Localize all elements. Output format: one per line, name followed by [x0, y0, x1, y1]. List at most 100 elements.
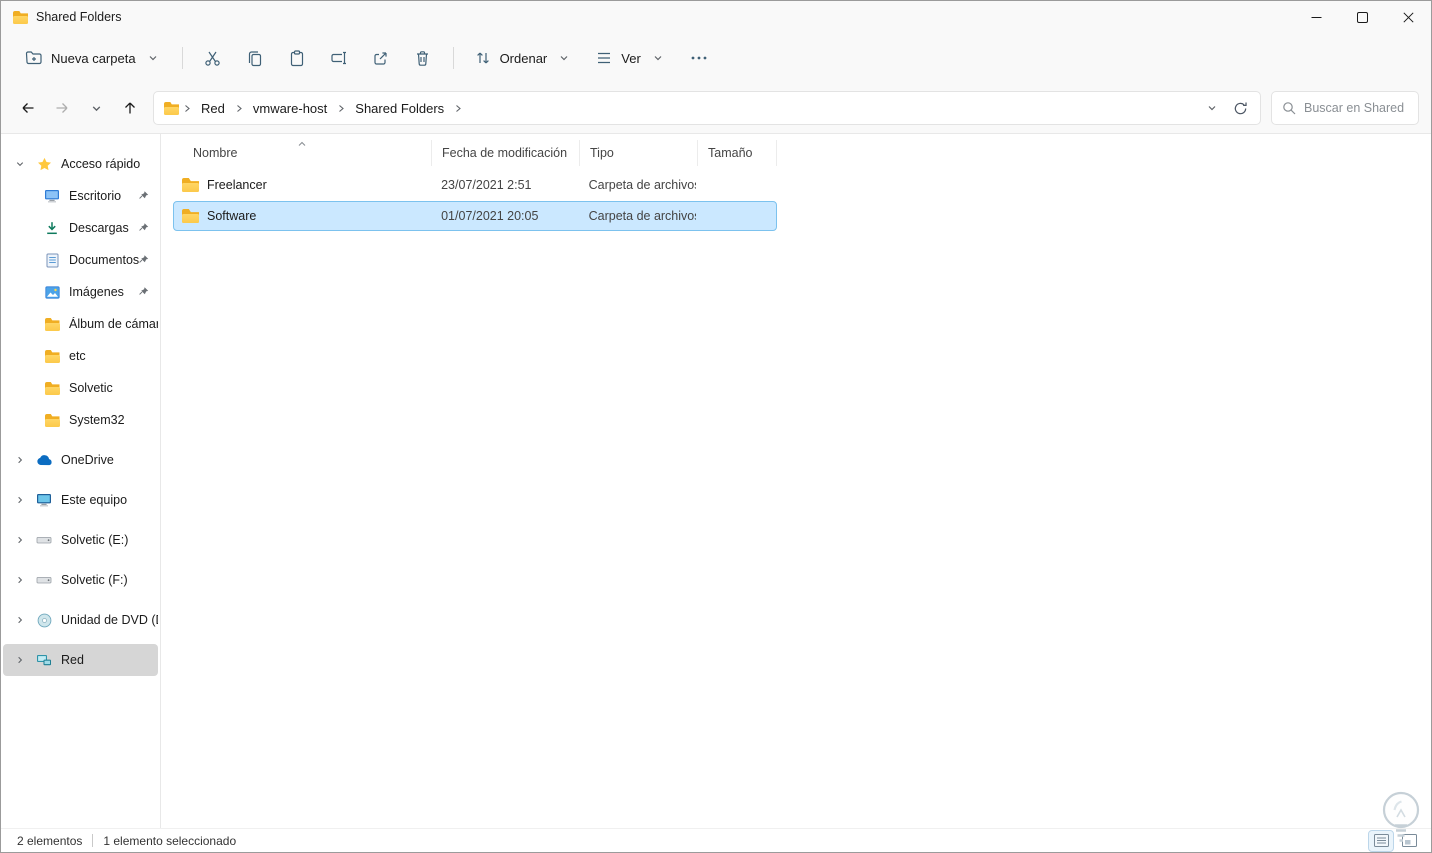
paste-button[interactable] [277, 41, 317, 75]
arrow-up-icon [125, 102, 135, 114]
items-count: 2 elementos [17, 833, 83, 848]
view-button[interactable]: Ver [585, 43, 677, 73]
status-divider [92, 834, 94, 847]
list-header: Nombre Fecha de modificación Tipo Tamaño [173, 140, 1431, 166]
column-header-modified[interactable]: Fecha de modificación [431, 140, 579, 166]
sidebar-item-label: Descargas [69, 221, 129, 235]
view-toggles [1368, 829, 1421, 852]
sidebar-item-label: Álbum de cámara [69, 317, 158, 331]
arrow-right-icon [56, 103, 68, 113]
column-header-size[interactable]: Tamaño [697, 140, 777, 166]
file-rows: Freelancer 23/07/2021 2:51 Carpeta de ar… [173, 170, 1431, 232]
onedrive-cloud-icon [35, 452, 53, 468]
sort-button[interactable]: Ordenar [464, 43, 584, 73]
chevron-collapsed-icon[interactable] [13, 615, 27, 625]
sidebar-item-label: Acceso rápido [61, 157, 141, 171]
sidebar-item-imagenes[interactable]: Imágenes [3, 276, 158, 308]
sidebar-item-label: Solvetic (E:) [61, 533, 129, 547]
breadcrumb-item-red[interactable]: Red [195, 96, 231, 121]
maximize-button[interactable] [1339, 1, 1385, 33]
chevron-down-icon [144, 50, 162, 66]
column-header-type[interactable]: Tipo [579, 140, 697, 166]
more-options-button[interactable] [679, 41, 719, 75]
up-button[interactable] [113, 92, 147, 124]
close-button[interactable] [1385, 1, 1431, 33]
address-bar-row: Red vmware-host Shared Folders [1, 83, 1431, 133]
column-label: Nombre [193, 146, 238, 160]
recent-locations-button[interactable] [79, 92, 113, 124]
chevron-collapsed-icon[interactable] [13, 575, 27, 585]
sidebar-item-solvetic[interactable]: Solvetic [3, 372, 158, 404]
sidebar-item-system32[interactable]: System32 [3, 404, 158, 436]
details-view-icon [1373, 834, 1389, 847]
minimize-button[interactable] [1293, 1, 1339, 33]
column-label: Tipo [590, 146, 614, 160]
network-icon [35, 652, 53, 668]
sidebar-item-solvetic-e[interactable]: Solvetic (E:) [3, 524, 158, 556]
sidebar-item-unidad-dvd[interactable]: Unidad de DVD (D:) [3, 604, 158, 636]
pin-icon [138, 223, 149, 234]
sidebar-item-onedrive[interactable]: OneDrive [3, 444, 158, 476]
file-name-cell: Freelancer [174, 171, 431, 199]
sidebar-item-label: OneDrive [61, 453, 114, 467]
chevron-expanded-icon[interactable] [13, 159, 27, 169]
copy-button[interactable] [235, 41, 275, 75]
sidebar-item-album-de-camara[interactable]: Álbum de cámara [3, 308, 158, 340]
navigation-pane: Acceso rápido Escritorio Descargas Docum… [1, 134, 161, 828]
drive-icon [35, 532, 53, 548]
back-button[interactable] [11, 92, 45, 124]
search-box [1271, 91, 1419, 125]
address-dropdown-button[interactable] [1198, 94, 1226, 122]
chevron-down-icon [555, 50, 573, 66]
file-name: Software [207, 209, 257, 223]
chevron-collapsed-icon[interactable] [13, 535, 27, 545]
this-pc-icon [35, 492, 53, 508]
refresh-button[interactable] [1226, 94, 1254, 122]
sidebar-item-solvetic-f[interactable]: Solvetic (F:) [3, 564, 158, 596]
file-row[interactable]: Freelancer 23/07/2021 2:51 Carpeta de ar… [173, 170, 777, 200]
dvd-disc-icon [35, 612, 53, 628]
cut-button[interactable] [193, 41, 233, 75]
new-folder-button[interactable]: Nueva carpeta [15, 43, 172, 73]
details-view-button[interactable] [1368, 829, 1394, 852]
clipboard-icon [290, 49, 303, 66]
column-header-name[interactable]: Nombre [173, 140, 431, 166]
view-label: Ver [621, 50, 641, 66]
chevron-down-icon [649, 50, 667, 66]
forward-button[interactable] [45, 92, 79, 124]
scissors-icon [205, 51, 220, 66]
sidebar-item-descargas[interactable]: Descargas [3, 212, 158, 244]
chevron-collapsed-icon[interactable] [13, 655, 27, 665]
sidebar-item-documentos[interactable]: Documentos [3, 244, 158, 276]
folder-icon [43, 316, 61, 332]
title-bar: Shared Folders [1, 1, 1431, 33]
sidebar-item-red[interactable]: Red [3, 644, 158, 676]
pin-icon [138, 287, 149, 298]
sidebar-item-label: Red [61, 653, 84, 667]
chevron-collapsed-icon[interactable] [13, 455, 27, 465]
chevron-collapsed-icon[interactable] [13, 495, 27, 505]
sidebar-item-escritorio[interactable]: Escritorio [3, 180, 158, 212]
breadcrumb-item-vmware-host[interactable]: vmware-host [247, 96, 333, 121]
share-button[interactable] [361, 41, 401, 75]
document-icon [43, 252, 61, 268]
breadcrumb-item-shared-folders[interactable]: Shared Folders [349, 96, 450, 121]
delete-button[interactable] [403, 41, 443, 75]
file-row[interactable]: Software 01/07/2021 20:05 Carpeta de arc… [173, 201, 777, 231]
folder-icon [43, 412, 61, 428]
refresh-icon [1234, 102, 1247, 114]
search-input[interactable] [1304, 101, 1408, 115]
rename-button[interactable] [319, 41, 359, 75]
folder-icon [43, 348, 61, 364]
sidebar-item-este-equipo[interactable]: Este equipo [3, 484, 158, 516]
file-modified-cell: 01/07/2021 20:05 [441, 209, 539, 223]
sidebar-item-acceso-rapido[interactable]: Acceso rápido [3, 148, 158, 180]
file-name: Freelancer [207, 178, 267, 192]
folder-icon [182, 178, 199, 192]
search-icon [1282, 101, 1296, 115]
thumbnails-view-button[interactable] [1397, 831, 1421, 851]
command-bar: Nueva carpeta Ordenar Ver [1, 33, 1431, 83]
sidebar-item-etc[interactable]: etc [3, 340, 158, 372]
sidebar-item-label: Escritorio [69, 189, 122, 203]
sidebar-item-label: Documentos [69, 253, 140, 267]
